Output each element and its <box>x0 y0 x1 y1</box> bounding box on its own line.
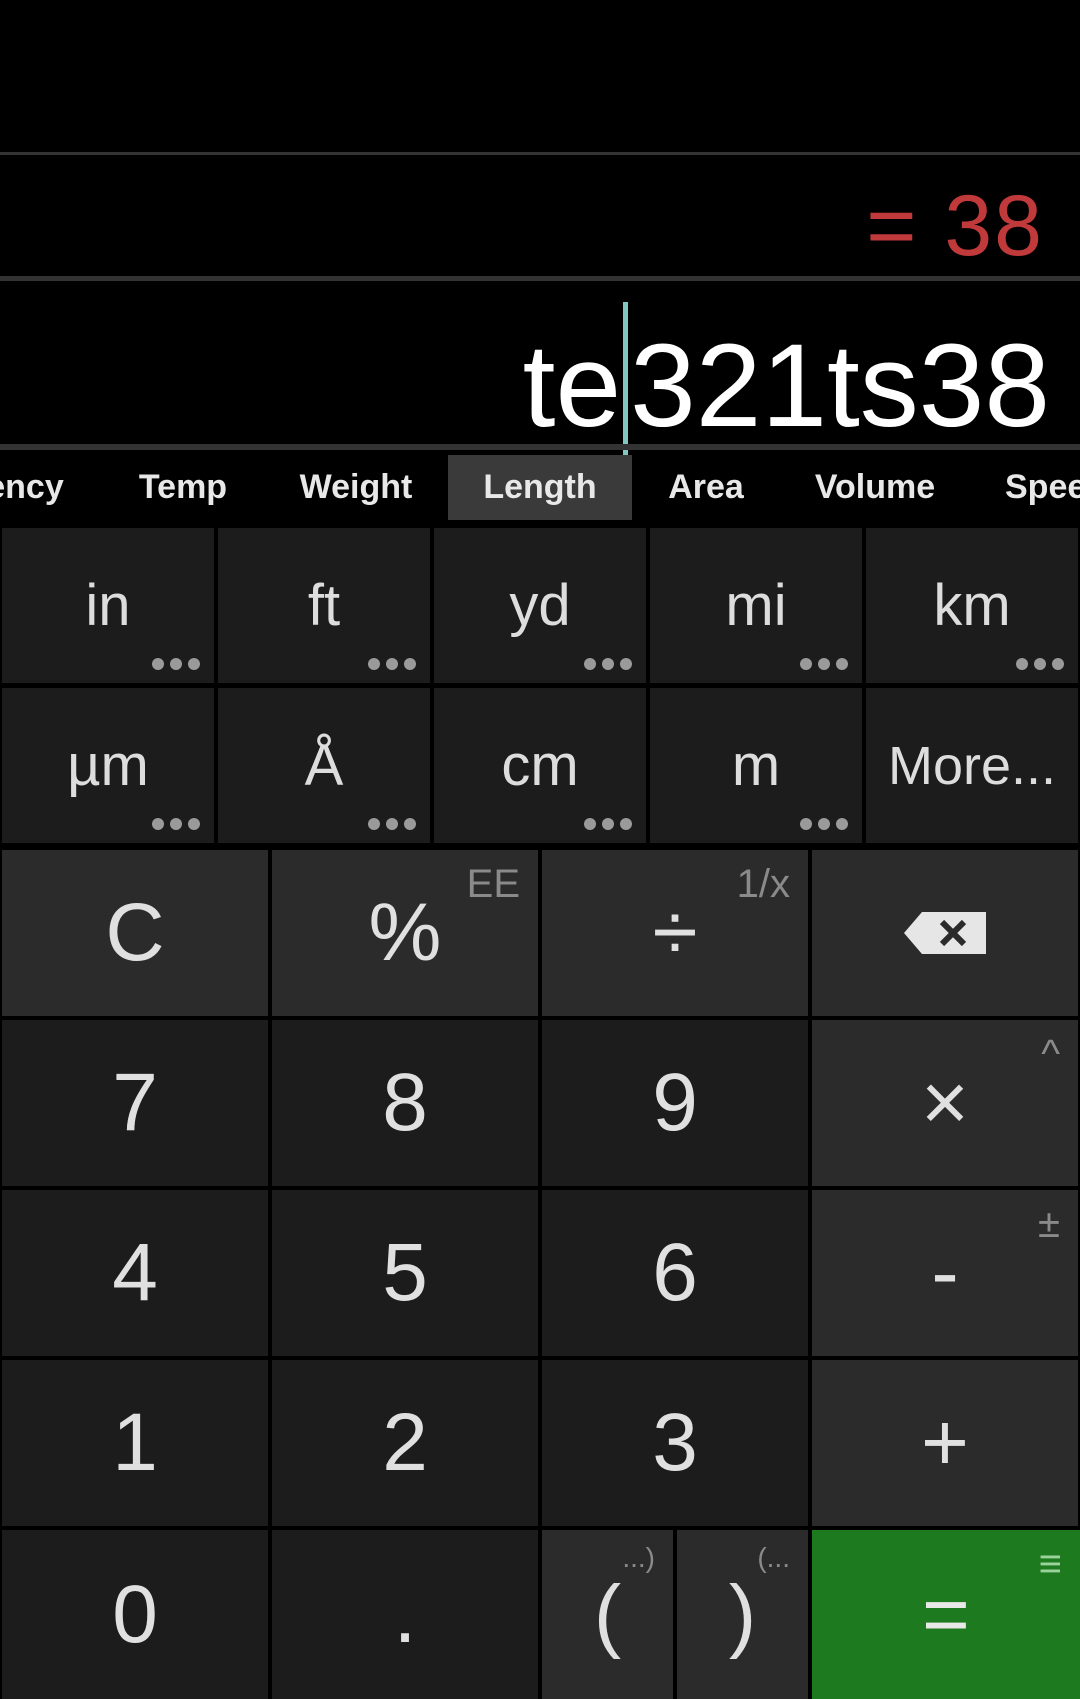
top-bar <box>0 0 1080 152</box>
equals-button[interactable]: = ≡ <box>812 1530 1080 1699</box>
digit-1-button[interactable]: 1 <box>2 1360 268 1526</box>
expression-input[interactable]: te 321ts38 <box>522 302 1050 466</box>
tab-speed[interactable]: Spee <box>1005 455 1080 520</box>
plus-button[interactable]: + <box>812 1360 1078 1526</box>
key-label: 6 <box>652 1227 698 1318</box>
alt-label: (... <box>757 1542 790 1573</box>
tab-weight[interactable]: Weight <box>280 455 432 520</box>
tab-volume[interactable]: Volume <box>800 455 950 520</box>
digit-5-button[interactable]: 5 <box>272 1190 538 1356</box>
tab-currency[interactable]: ency <box>0 455 80 520</box>
tab-area[interactable]: Area <box>652 455 760 520</box>
backspace-icon <box>904 912 986 954</box>
key-label: 2 <box>382 1397 428 1488</box>
digit-8-button[interactable]: 8 <box>272 1020 538 1186</box>
digit-2-button[interactable]: 2 <box>272 1360 538 1526</box>
digit-9-button[interactable]: 9 <box>542 1020 808 1186</box>
unit-category-tabs: ency Temp Weight Length Area Volume Spee <box>0 455 1080 520</box>
unit-label: cm <box>501 733 579 798</box>
unit-key-um[interactable]: µm <box>2 688 214 843</box>
clear-button[interactable]: C <box>2 850 268 1016</box>
tab-temp[interactable]: Temp <box>118 455 248 520</box>
key-label: × <box>921 1057 969 1148</box>
more-dots-icon <box>578 654 632 675</box>
key-label: 9 <box>652 1057 698 1148</box>
alt-label: ± <box>1038 1202 1060 1246</box>
unit-key-m[interactable]: m <box>650 688 862 843</box>
unit-label: km <box>933 573 1011 638</box>
unit-label: Å <box>304 733 344 798</box>
key-label: 5 <box>382 1227 428 1318</box>
key-label: % <box>368 887 442 978</box>
unit-key-ft[interactable]: ft <box>218 528 430 683</box>
menu-icon: ≡ <box>1038 1542 1062 1586</box>
key-label: + <box>921 1397 969 1488</box>
unit-label: mi <box>725 573 787 638</box>
key-label: = <box>922 1568 970 1660</box>
key-label: C <box>105 887 165 978</box>
unit-key-in[interactable]: in <box>2 528 214 683</box>
alt-label: ^ <box>1041 1032 1060 1076</box>
unit-label: µm <box>67 733 149 798</box>
key-label: ÷ <box>652 887 698 978</box>
unit-label: m <box>731 733 781 798</box>
expression-before-cursor: te <box>522 320 622 452</box>
unit-label: in <box>85 573 131 638</box>
unit-label: More... <box>887 735 1057 796</box>
key-label: 3 <box>652 1397 698 1488</box>
digit-4-button[interactable]: 4 <box>2 1190 268 1356</box>
expression-after-cursor: 321ts38 <box>630 320 1050 452</box>
backspace-button[interactable] <box>812 850 1078 1016</box>
open-paren-button[interactable]: (...) <box>542 1530 673 1699</box>
unit-label: yd <box>509 573 571 638</box>
more-dots-icon <box>578 814 632 835</box>
digit-3-button[interactable]: 3 <box>542 1360 808 1526</box>
more-dots-icon <box>794 814 848 835</box>
unit-key-km[interactable]: km <box>866 528 1078 683</box>
close-paren-button[interactable]: ) (... <box>677 1530 808 1699</box>
key-label: 8 <box>382 1057 428 1148</box>
more-dots-icon <box>794 654 848 675</box>
digit-6-button[interactable]: 6 <box>542 1190 808 1356</box>
alt-label: EE <box>466 862 520 906</box>
expression-row[interactable]: te 321ts38 <box>0 282 1080 462</box>
key-label: ( <box>593 1568 622 1660</box>
percent-button[interactable]: % EE <box>272 850 538 1016</box>
unit-key-mi[interactable]: mi <box>650 528 862 683</box>
unit-key-angstrom[interactable]: Å <box>218 688 430 843</box>
divide-button[interactable]: ÷ 1/x <box>542 850 808 1016</box>
digit-0-button[interactable]: 0 <box>2 1530 268 1699</box>
digit-7-button[interactable]: 7 <box>2 1020 268 1186</box>
alt-label: 1/x <box>736 862 790 906</box>
unit-key-yd[interactable]: yd <box>434 528 646 683</box>
result-display: = 38 <box>866 178 1044 274</box>
minus-button[interactable]: - ± <box>812 1190 1078 1356</box>
key-label: 7 <box>112 1057 158 1148</box>
more-dots-icon <box>362 654 416 675</box>
multiply-button[interactable]: × ^ <box>812 1020 1078 1186</box>
key-label: 4 <box>112 1227 158 1318</box>
alt-label: ...) <box>622 1542 655 1573</box>
unit-label: ft <box>307 573 341 638</box>
key-label: ) <box>728 1568 757 1660</box>
key-label: . <box>393 1568 417 1660</box>
more-dots-icon <box>146 654 200 675</box>
key-label: 0 <box>112 1568 158 1660</box>
unit-key-cm[interactable]: cm <box>434 688 646 843</box>
divider <box>0 276 1080 281</box>
divider <box>0 444 1080 450</box>
text-cursor <box>623 302 629 462</box>
unit-keys: in ft yd mi km µm Å cm m More... <box>0 526 1080 846</box>
more-dots-icon <box>146 814 200 835</box>
key-label: 1 <box>112 1397 158 1488</box>
tab-length[interactable]: Length <box>448 455 632 520</box>
unit-key-more[interactable]: More... <box>866 688 1078 843</box>
more-dots-icon <box>362 814 416 835</box>
keypad: C % EE ÷ 1/x 7 8 9 × ^ 4 5 6 - ± 1 2 3 + 0 .… <box>0 848 1080 1699</box>
result-row: = 38 <box>0 155 1080 275</box>
more-dots-icon <box>1010 654 1064 675</box>
decimal-button[interactable]: . <box>272 1530 538 1699</box>
key-label: - <box>931 1227 959 1318</box>
